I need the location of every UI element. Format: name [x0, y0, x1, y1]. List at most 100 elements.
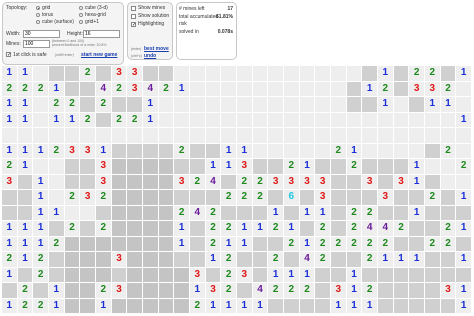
cell-number[interactable]: 2: [33, 252, 48, 267]
cell-empty[interactable]: [409, 128, 424, 143]
cell-empty[interactable]: [362, 112, 377, 127]
cell-flag-circle[interactable]: [425, 267, 440, 282]
cell-number[interactable]: 1: [2, 236, 17, 251]
cell-number[interactable]: 1: [33, 236, 48, 251]
cell-empty[interactable]: [33, 112, 48, 127]
cell-flag-circle[interactable]: [252, 205, 268, 220]
cell-empty[interactable]: [33, 159, 48, 174]
cell-number[interactable]: 2: [425, 66, 440, 81]
cell-number[interactable]: 2: [346, 236, 362, 251]
cell-number[interactable]: 2: [284, 159, 299, 174]
start-new-game-link[interactable]: start new game: [81, 52, 117, 58]
cell-empty[interactable]: [33, 97, 48, 112]
cell-flag-circle[interactable]: [456, 267, 471, 282]
cell-empty[interactable]: [252, 81, 268, 96]
cell-covered[interactable]: [174, 283, 189, 298]
cell-number[interactable]: 2: [284, 283, 299, 298]
cell-number[interactable]: 4: [299, 252, 315, 267]
cell-flag-circle[interactable]: [284, 298, 299, 313]
cell-flag-circle[interactable]: [362, 190, 377, 205]
cell-number[interactable]: 3: [237, 159, 252, 174]
cell-flag-circle[interactable]: [111, 97, 127, 112]
cell-number[interactable]: 1: [2, 298, 17, 313]
cell-number[interactable]: 1: [456, 112, 471, 127]
cell-number[interactable]: 2: [80, 112, 95, 127]
cell-empty[interactable]: [268, 66, 283, 81]
cell-covered[interactable]: [143, 174, 158, 189]
cell-flag-circle[interactable]: [17, 267, 33, 282]
cell-flag-circle[interactable]: [96, 112, 111, 127]
cell-flag-circle[interactable]: [49, 66, 64, 81]
cell-flag-circle[interactable]: [284, 205, 299, 220]
cell-empty[interactable]: [299, 143, 315, 158]
cell-empty[interactable]: [80, 128, 95, 143]
cell-empty[interactable]: [111, 128, 127, 143]
cell-flag-circle[interactable]: [378, 283, 393, 298]
cell-empty[interactable]: [346, 128, 362, 143]
cell-flag-circle[interactable]: [174, 190, 189, 205]
cell-empty[interactable]: [299, 128, 315, 143]
cell-flag-circle[interactable]: [64, 66, 80, 81]
cell-number[interactable]: 2: [17, 283, 33, 298]
cell-empty[interactable]: [2, 128, 17, 143]
cell-number[interactable]: 3: [378, 190, 393, 205]
cell-flag-circle[interactable]: [393, 190, 409, 205]
cell-number[interactable]: 2: [190, 298, 205, 313]
cell-covered[interactable]: [143, 190, 158, 205]
cell-number[interactable]: 2: [221, 252, 236, 267]
cell-covered[interactable]: [80, 298, 95, 313]
cell-number[interactable]: 3: [393, 174, 409, 189]
cell-number[interactable]: 1: [456, 252, 471, 267]
cell-empty[interactable]: [49, 174, 64, 189]
cell-empty[interactable]: [17, 128, 33, 143]
cell-number[interactable]: 2: [221, 267, 236, 282]
cell-flag-circle[interactable]: [331, 221, 346, 236]
cell-empty[interactable]: [362, 128, 377, 143]
cell-flag-circle[interactable]: [268, 236, 283, 251]
cell-number[interactable]: 2: [456, 159, 471, 174]
cell-empty[interactable]: [127, 128, 142, 143]
cell-empty[interactable]: [331, 81, 346, 96]
cell-flag-circle[interactable]: [378, 174, 393, 189]
cell-flag-circle[interactable]: [174, 159, 189, 174]
cell-empty[interactable]: [315, 112, 330, 127]
cell-empty[interactable]: [409, 112, 424, 127]
cell-empty[interactable]: [315, 66, 330, 81]
cell-covered[interactable]: [111, 205, 127, 220]
cell-number[interactable]: 1: [362, 81, 377, 96]
cell-number[interactable]: 4: [362, 221, 377, 236]
cell-number[interactable]: 1: [205, 252, 221, 267]
cell-number[interactable]: 1: [237, 298, 252, 313]
cell-number[interactable]: 3: [331, 283, 346, 298]
cell-flag-circle[interactable]: [393, 267, 409, 282]
cell-flag-circle[interactable]: [49, 221, 64, 236]
undo-link[interactable]: undo: [144, 53, 156, 59]
cell-flag-circle[interactable]: [440, 267, 456, 282]
cell-empty[interactable]: [331, 128, 346, 143]
cell-number[interactable]: 1: [252, 221, 268, 236]
cell-number[interactable]: 3: [2, 174, 17, 189]
cell-number[interactable]: 2: [331, 143, 346, 158]
cell-number[interactable]: 1: [378, 252, 393, 267]
cell-number[interactable]: 2: [425, 190, 440, 205]
cell-number[interactable]: 1: [174, 221, 189, 236]
first-click-safe-checkbox[interactable]: ✓: [6, 52, 11, 58]
cell-number[interactable]: 3: [127, 66, 142, 81]
cell-flag-circle[interactable]: [299, 190, 315, 205]
cell-flag-circle[interactable]: [299, 221, 315, 236]
cell-covered[interactable]: [127, 221, 142, 236]
cell-flag-circle[interactable]: [425, 143, 440, 158]
cell-covered[interactable]: [80, 267, 95, 282]
cell-flag-circle[interactable]: [331, 190, 346, 205]
cell-number[interactable]: 1: [456, 221, 471, 236]
cell-number[interactable]: 1: [2, 221, 17, 236]
cell-number[interactable]: 2: [49, 143, 64, 158]
cell-flag-circle[interactable]: [346, 190, 362, 205]
cell-empty[interactable]: [315, 128, 330, 143]
cell-number[interactable]: 2: [237, 190, 252, 205]
cell-covered[interactable]: [80, 252, 95, 267]
cell-number[interactable]: 1: [49, 81, 64, 96]
cell-number[interactable]: 1: [315, 205, 330, 220]
cell-number[interactable]: 1: [378, 66, 393, 81]
cell-number[interactable]: 3: [440, 283, 456, 298]
